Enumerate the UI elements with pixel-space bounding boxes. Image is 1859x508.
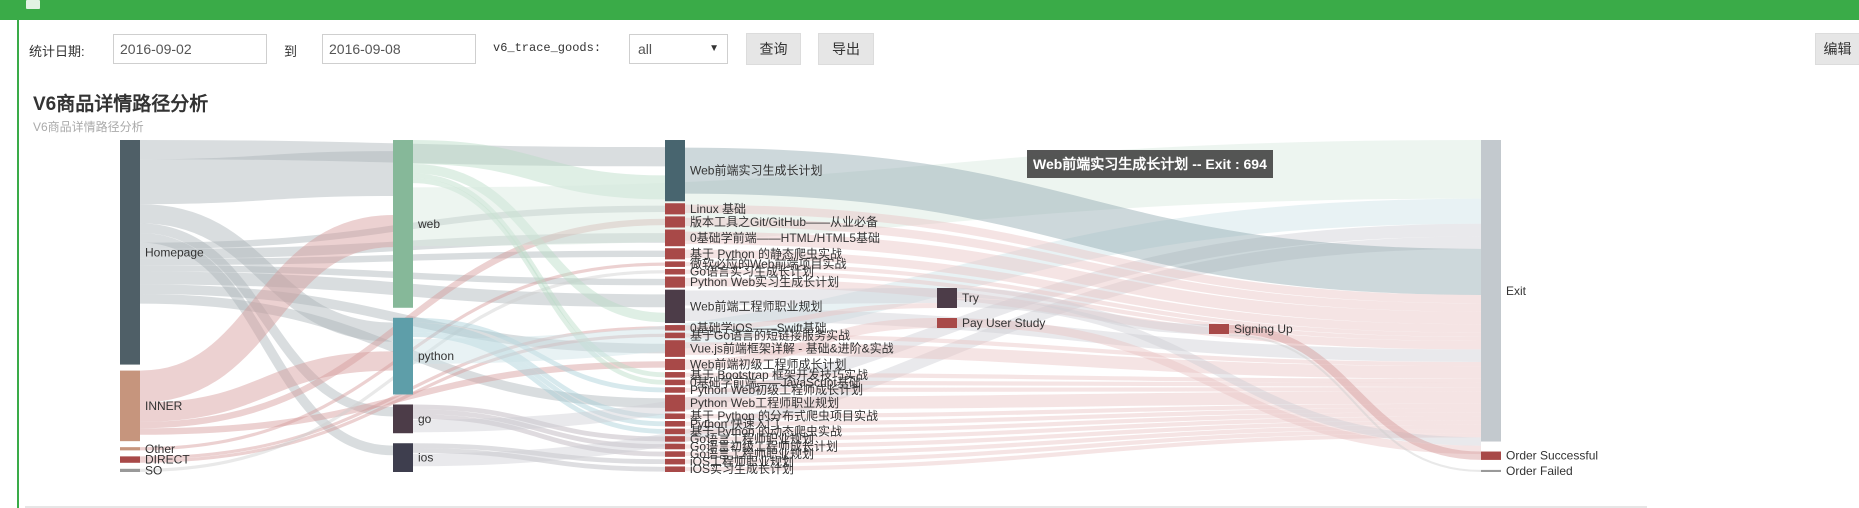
hover-tooltip: Web前端实习生成长计划 -- Exit : 694 (1027, 150, 1273, 178)
sankey-node-c16[interactable] (665, 387, 685, 393)
sankey-label-go: go (418, 412, 432, 426)
sankey-label-c8: Python Web实习生成长计划 (690, 274, 839, 289)
sankey-link-c9-try[interactable] (684, 288, 938, 306)
sankey-node-c5[interactable] (665, 248, 685, 260)
sankey-node-c24[interactable] (665, 458, 685, 465)
sankey-chart: HomepageINNEROtherDIRECTSOwebpythongoios… (120, 139, 1598, 478)
sankey-label-so: SO (145, 463, 162, 477)
sankey-node-signing[interactable] (1209, 324, 1229, 334)
sankey-node-web[interactable] (393, 140, 413, 308)
sankey-node-c12[interactable] (665, 340, 685, 357)
sankey-node-c3[interactable] (665, 216, 685, 228)
sankey-label-c9: Web前端工程师职业规划 (690, 298, 822, 313)
sankey-label-c3: 版本工具之Git/GitHub——从业必备 (690, 215, 878, 229)
sankey-label-success: Order Successful (1506, 449, 1598, 463)
sankey-node-c4[interactable] (665, 229, 685, 247)
sankey-node-c22[interactable] (665, 443, 685, 450)
sankey-label-c12: Vue.js前端框架详解 - 基础&进阶&实战 (690, 341, 894, 356)
sankey-node-try[interactable] (937, 288, 957, 308)
sankey-node-c19[interactable] (665, 421, 685, 427)
sankey-label-inner: INNER (145, 399, 183, 413)
sankey-node-exit[interactable] (1481, 140, 1501, 442)
sankey-node-c7[interactable] (665, 268, 685, 275)
sankey-node-pay[interactable] (937, 318, 957, 328)
sankey-label-homepage: Homepage (145, 245, 204, 259)
sankey-link-homepage-web[interactable] (139, 151, 394, 205)
sankey-node-python[interactable] (393, 317, 413, 395)
sankey-node-ios[interactable] (393, 443, 413, 472)
sankey-label-ios: ios (418, 451, 433, 465)
sankey-node-c1[interactable] (665, 140, 685, 202)
sankey-node-homepage[interactable] (120, 140, 140, 365)
sankey-node-c15[interactable] (665, 379, 685, 386)
sankey-label-c4: 0基础学前端——HTML/HTML5基础 (690, 230, 880, 245)
sankey-label-python: python (418, 349, 454, 363)
sankey-label-try: Try (962, 291, 979, 305)
sankey-node-failed[interactable] (1481, 469, 1501, 472)
sankey-node-c18[interactable] (665, 413, 685, 420)
sankey-label-c17: Python Web工程师职业规划 (690, 395, 839, 410)
sankey-label-failed: Order Failed (1506, 464, 1573, 478)
sankey-label-web: web (417, 217, 440, 231)
sankey-node-c6[interactable] (665, 261, 685, 267)
sankey-node-so[interactable] (120, 468, 140, 472)
sankey-label-signing: Signing Up (1234, 322, 1293, 336)
sankey-node-c2[interactable] (665, 203, 685, 215)
sankey-node-go[interactable] (393, 404, 413, 434)
sankey-node-c21[interactable] (665, 436, 685, 442)
sankey-node-success[interactable] (1481, 451, 1501, 460)
sankey-node-c23[interactable] (665, 451, 685, 457)
sankey-node-c10[interactable] (665, 325, 685, 331)
sankey-node-c11[interactable] (665, 332, 685, 339)
sankey-node-c20[interactable] (665, 428, 685, 435)
sankey-label-exit: Exit (1506, 284, 1527, 298)
sankey-node-c25[interactable] (665, 466, 685, 472)
sankey-node-direct[interactable] (120, 456, 140, 463)
sankey-node-other[interactable] (120, 447, 140, 451)
sankey-label-c2: Linux 基础 (690, 202, 746, 216)
sankey-node-c8[interactable] (665, 276, 685, 288)
sankey-label-c25: iOS实习生成长计划 (690, 461, 794, 476)
sankey-node-c13[interactable] (665, 358, 685, 371)
sankey-label-c11: 基于Go语言的短链接服务实战 (690, 327, 850, 342)
sankey-label-pay: Pay User Study (962, 316, 1045, 330)
sankey-node-c17[interactable] (665, 394, 685, 412)
sankey-node-inner[interactable] (120, 370, 140, 442)
sankey-node-c14[interactable] (665, 372, 685, 378)
sankey-label-c16: Python Web初级工程师成长计划 (690, 382, 863, 397)
sankey-node-c9[interactable] (665, 289, 685, 324)
sankey-label-c1: Web前端实习生成长计划 (690, 163, 822, 178)
